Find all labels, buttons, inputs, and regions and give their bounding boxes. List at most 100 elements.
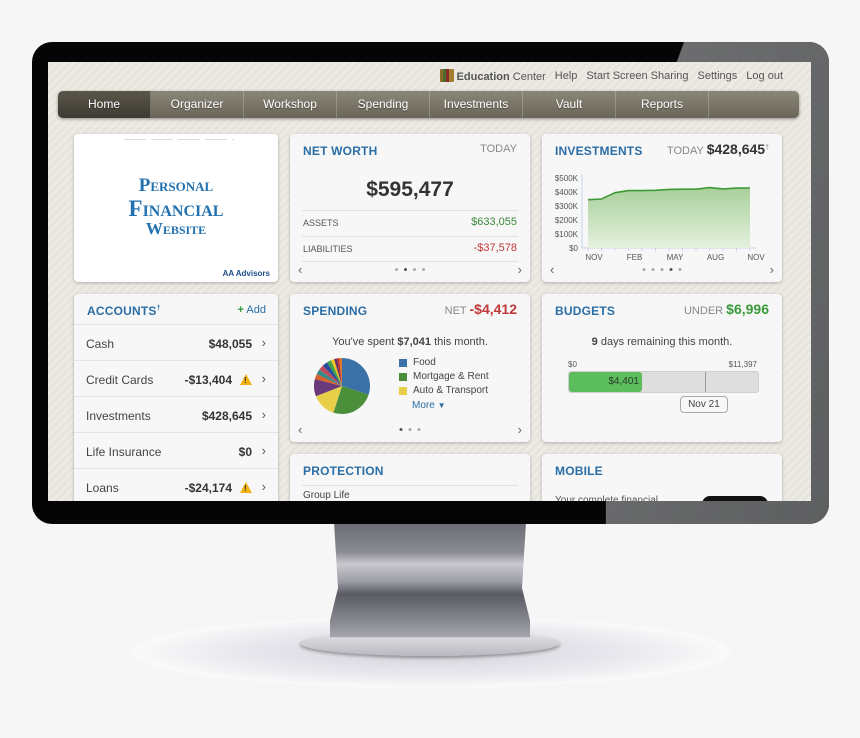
net-value: -$4,412 <box>469 301 517 317</box>
next-arrow-icon[interactable]: › <box>518 422 522 437</box>
account-row[interactable]: Life Insurance $0 › <box>74 432 278 469</box>
phone-image <box>702 496 768 501</box>
pager-dots <box>395 268 425 271</box>
tab-workshop[interactable]: Workshop <box>244 91 337 118</box>
divider <box>302 485 518 486</box>
account-row[interactable]: Credit Cards -$13,404 › <box>74 360 278 397</box>
pager-dot[interactable] <box>404 268 407 271</box>
spending-pager: ‹ › <box>290 422 530 437</box>
prev-arrow-icon[interactable]: ‹ <box>550 262 554 277</box>
main-nav: Home Organizer Workshop Spending Investm… <box>58 91 799 118</box>
today-callout: Nov 21 <box>680 396 728 413</box>
next-arrow-icon[interactable]: › <box>518 262 522 277</box>
legend-item-mortgage[interactable]: Mortgage & Rent <box>399 370 489 384</box>
budget-min-label: $0 <box>568 360 577 369</box>
investments-title: INVESTMENTS <box>555 144 643 158</box>
legend-item-auto[interactable]: Auto & Transport <box>399 384 489 398</box>
investments-pager: ‹ › <box>542 262 782 277</box>
x-tick-label: NOV <box>585 253 603 262</box>
spent-amount: $7,041 <box>397 336 432 348</box>
account-amount: -$24,174 <box>184 481 232 495</box>
spending-card: SPENDING NET -$4,412 You've spent $7,041… <box>290 294 530 442</box>
next-arrow-icon[interactable]: › <box>770 262 774 277</box>
y-tick-label: $500K <box>555 174 579 183</box>
protection-item[interactable]: Group Life <box>303 490 350 501</box>
account-amount: -$13,404 <box>184 373 232 387</box>
budgets-title: BUDGETS <box>555 304 616 318</box>
account-name: Credit Cards <box>86 373 154 387</box>
spending-legend: Food Mortgage & Rent Auto & Transport Mo… <box>399 356 489 411</box>
pager-dot[interactable] <box>413 268 416 271</box>
warning-icon[interactable] <box>240 374 252 385</box>
pager-dots <box>399 428 421 431</box>
pager-dot[interactable] <box>399 428 403 431</box>
footnote-mark: † <box>765 144 769 152</box>
under-value: $6,996 <box>726 301 769 317</box>
legend-item-food[interactable]: Food <box>399 356 489 370</box>
logout-link[interactable]: Log out <box>746 70 783 82</box>
tab-investments[interactable]: Investments <box>430 91 523 118</box>
tab-home[interactable]: Home <box>58 91 151 118</box>
monitor-bezel: Education Center Help Start Screen Shari… <box>32 42 829 524</box>
account-name: Cash <box>86 337 115 351</box>
net-worth-title: NET WORTH <box>303 144 378 158</box>
pager-dot[interactable] <box>651 268 655 271</box>
screen-sharing-link[interactable]: Start Screen Sharing <box>586 70 688 82</box>
tab-spending[interactable]: Spending <box>337 91 430 118</box>
logo-line-personal: Personal <box>138 175 214 196</box>
plus-icon: + <box>237 304 244 316</box>
chevron-right-icon: › <box>261 479 266 494</box>
tab-reports[interactable]: Reports <box>616 91 709 118</box>
books-icon <box>439 69 454 82</box>
area-fill <box>588 187 750 248</box>
investments-period: TODAY <box>666 145 704 157</box>
pager-dot[interactable] <box>422 268 425 271</box>
y-tick-label: $300K <box>555 202 579 211</box>
net-label: NET <box>444 305 467 317</box>
caret-down-icon: ▼ <box>437 401 446 410</box>
spending-pie-chart[interactable] <box>312 356 372 416</box>
pager-dot[interactable] <box>642 268 646 271</box>
tab-vault[interactable]: Vault <box>523 91 616 118</box>
account-name: Loans <box>86 481 119 495</box>
pager-dot[interactable] <box>660 268 664 271</box>
pager-dot[interactable] <box>408 428 412 431</box>
prev-arrow-icon[interactable]: ‹ <box>298 422 302 437</box>
net-worth-total: $595,477 <box>366 178 454 201</box>
net-worth-card: NET WORTH TODAY $595,477 ASSETS $633,055… <box>290 134 530 282</box>
warning-icon[interactable] <box>240 482 252 493</box>
account-amount: $0 <box>238 445 252 459</box>
tab-organizer[interactable]: Organizer <box>151 91 244 118</box>
chevron-right-icon: › <box>261 371 266 386</box>
more-dropdown[interactable]: More ▼ <box>412 400 446 411</box>
account-row[interactable]: Loans -$24,174 › <box>74 468 278 501</box>
chevron-right-icon: › <box>261 335 266 350</box>
liabilities-value: -$37,578 <box>473 242 517 254</box>
divider <box>302 210 518 211</box>
budget-progress-bar[interactable]: $4,401 <box>568 371 759 393</box>
x-tick-label: FEB <box>627 253 643 262</box>
y-tick-label: $400K <box>555 188 579 197</box>
settings-link[interactable]: Settings <box>698 70 738 82</box>
investments-today: TODAY $428,645† <box>667 141 769 157</box>
pager-dot[interactable] <box>669 268 673 271</box>
pager-dot[interactable] <box>678 268 682 271</box>
add-account-button[interactable]: + Add <box>238 304 266 316</box>
chevron-right-icon: › <box>261 407 266 422</box>
account-row[interactable]: Cash $48,055 › <box>74 324 278 361</box>
account-amount: $428,645 <box>201 409 252 423</box>
legend-swatch <box>399 373 407 381</box>
protection-title: PROTECTION <box>303 464 384 478</box>
budgets-under: UNDER $6,996 <box>683 301 769 317</box>
pager-dot[interactable] <box>417 428 421 431</box>
divider <box>302 261 518 262</box>
mobile-card: MOBILE Your complete financial <box>542 454 782 501</box>
education-center-link[interactable]: Education Center <box>439 69 546 83</box>
prev-arrow-icon[interactable]: ‹ <box>298 262 302 277</box>
help-link[interactable]: Help <box>555 70 578 82</box>
pager-dot[interactable] <box>395 268 398 271</box>
net-worth-period: TODAY <box>480 143 517 155</box>
investments-value: $428,645 <box>706 141 766 157</box>
logo-lines <box>124 139 234 140</box>
account-row[interactable]: Investments $428,645 › <box>74 396 278 433</box>
